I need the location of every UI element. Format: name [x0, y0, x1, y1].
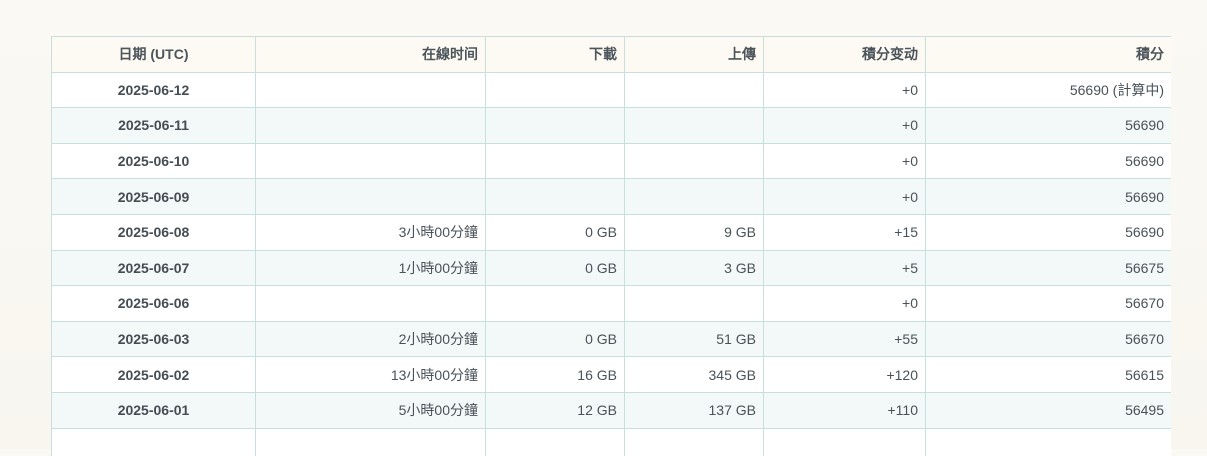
download-cell: [485, 178, 625, 215]
column-header-points: 積分: [925, 36, 1171, 73]
table-row: 2025-06-02 13小時00分鐘 16 GB 345 GB +120 56…: [51, 356, 1171, 393]
points-change-cell: +0: [763, 178, 926, 215]
points-change-cell: +5: [763, 249, 926, 287]
column-header-download: 下載: [485, 36, 625, 73]
date-cell: 2025-06-06: [51, 285, 256, 322]
upload-cell: [624, 107, 764, 144]
points-cell: 56690 (計算中): [925, 71, 1171, 109]
date-cell: 2025-06-01: [51, 391, 256, 429]
online-time-cell: [255, 427, 486, 456]
upload-cell: [624, 178, 764, 215]
upload-cell: 137 GB: [624, 391, 764, 429]
table-row: 2025-06-07 1小時00分鐘 0 GB 3 GB +5 56675: [51, 249, 1171, 287]
download-cell: 0 GB: [485, 320, 625, 358]
online-time-cell: [255, 142, 486, 180]
download-cell: 12 GB: [485, 391, 625, 429]
date-cell: 2025-06-02: [51, 356, 256, 393]
download-cell: [485, 71, 625, 109]
online-time-cell: 13小時00分鐘: [255, 356, 486, 393]
points-change-cell: +0: [763, 142, 926, 180]
online-time-cell: [255, 107, 486, 144]
points-change-cell: [763, 427, 926, 456]
upload-cell: 9 GB: [624, 213, 764, 251]
table-row: 2025-06-09 +0 56690: [51, 178, 1171, 215]
points-cell: 56670: [925, 285, 1171, 322]
table-row: 2025-06-10 +0 56690: [51, 142, 1171, 180]
points-history-table-container: 日期 (UTC) 在線时间 下載 上傳 積分变动 積分 2025-06-12 +…: [51, 36, 1171, 456]
date-cell: 2025-06-08: [51, 213, 256, 251]
download-cell: 0 GB: [485, 249, 625, 287]
points-change-cell: +15: [763, 213, 926, 251]
upload-cell: 345 GB: [624, 356, 764, 393]
column-header-upload: 上傳: [624, 36, 764, 73]
points-change-cell: +0: [763, 71, 926, 109]
download-cell: 16 GB: [485, 356, 625, 393]
online-time-cell: 1小時00分鐘: [255, 249, 486, 287]
points-change-cell: +0: [763, 285, 926, 322]
table-row: 2025-06-06 +0 56670: [51, 285, 1171, 322]
points-cell: [925, 427, 1171, 456]
date-cell: 2025-06-11: [51, 107, 256, 144]
date-cell: 2025-06-10: [51, 142, 256, 180]
upload-cell: [624, 142, 764, 180]
table-header-row: 日期 (UTC) 在線时间 下載 上傳 積分变动 積分: [51, 36, 1171, 73]
online-time-cell: [255, 71, 486, 109]
upload-cell: [624, 71, 764, 109]
points-cell: 56690: [925, 142, 1171, 180]
points-cell: 56690: [925, 178, 1171, 215]
online-time-cell: 3小時00分鐘: [255, 213, 486, 251]
column-header-online-time: 在線时间: [255, 36, 486, 73]
points-cell: 56690: [925, 107, 1171, 144]
date-cell: 2025-06-03: [51, 320, 256, 358]
date-cell: [51, 427, 256, 456]
date-cell: 2025-06-07: [51, 249, 256, 287]
upload-cell: 3 GB: [624, 249, 764, 287]
points-change-cell: +110: [763, 391, 926, 429]
column-header-points-change: 積分变动: [763, 36, 926, 73]
points-cell: 56690: [925, 213, 1171, 251]
download-cell: [485, 285, 625, 322]
points-cell: 56495: [925, 391, 1171, 429]
points-cell: 56670: [925, 320, 1171, 358]
points-history-table: 日期 (UTC) 在線时间 下載 上傳 積分变动 積分 2025-06-12 +…: [51, 36, 1171, 456]
points-change-cell: +120: [763, 356, 926, 393]
table-row: 2025-06-01 5小時00分鐘 12 GB 137 GB +110 564…: [51, 391, 1171, 429]
table-row: [51, 427, 1171, 456]
online-time-cell: [255, 285, 486, 322]
table-row: 2025-06-11 +0 56690: [51, 107, 1171, 144]
online-time-cell: [255, 178, 486, 215]
table-row: 2025-06-03 2小時00分鐘 0 GB 51 GB +55 56670: [51, 320, 1171, 358]
column-header-date: 日期 (UTC): [51, 36, 256, 73]
points-cell: 56615: [925, 356, 1171, 393]
points-cell: 56675: [925, 249, 1171, 287]
download-cell: [485, 427, 625, 456]
table-row: 2025-06-08 3小時00分鐘 0 GB 9 GB +15 56690: [51, 213, 1171, 251]
upload-cell: [624, 285, 764, 322]
date-cell: 2025-06-09: [51, 178, 256, 215]
date-cell: 2025-06-12: [51, 71, 256, 109]
download-cell: 0 GB: [485, 213, 625, 251]
upload-cell: [624, 427, 764, 456]
online-time-cell: 2小時00分鐘: [255, 320, 486, 358]
table-row: 2025-06-12 +0 56690 (計算中): [51, 71, 1171, 109]
download-cell: [485, 107, 625, 144]
online-time-cell: 5小時00分鐘: [255, 391, 486, 429]
points-change-cell: +0: [763, 107, 926, 144]
upload-cell: 51 GB: [624, 320, 764, 358]
download-cell: [485, 142, 625, 180]
points-change-cell: +55: [763, 320, 926, 358]
